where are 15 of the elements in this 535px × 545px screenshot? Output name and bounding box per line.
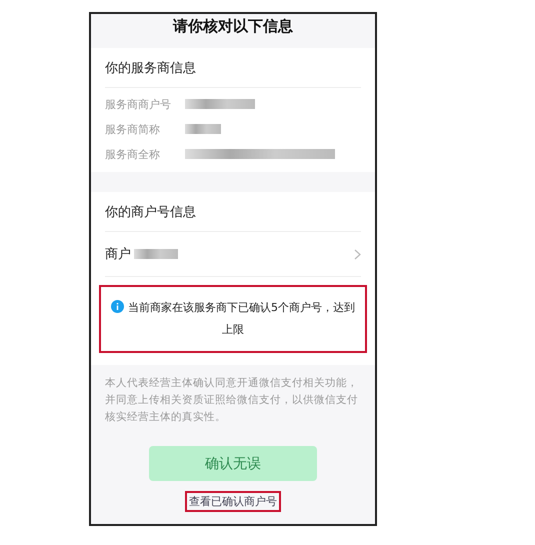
view-confirmed-link[interactable]: 查看已确认商户号 xyxy=(185,491,281,512)
notice-text: 当前商家在该服务商下已确认5个商户号，达到上限 xyxy=(128,301,355,336)
section-heading: 你的商户号信息 xyxy=(105,192,361,232)
redacted-value xyxy=(134,249,178,259)
field-label: 服务商商户号 xyxy=(105,96,172,112)
chevron-right-icon xyxy=(354,248,361,260)
redacted-value xyxy=(185,124,221,134)
merchant-row[interactable]: 商户 xyxy=(105,232,361,277)
page-title: 请你核对以下信息 xyxy=(172,16,294,37)
info-icon xyxy=(111,300,124,313)
consent-text: 本人代表经营主体确认同意开通微信支付相关功能，并同意上传相关资质证照给微信支付，以供微信支付核实经营主体的真实性。 xyxy=(105,376,359,425)
redacted-value xyxy=(185,99,255,109)
field-label: 服务商简称 xyxy=(105,122,161,136)
field-label: 服务商全称 xyxy=(105,146,161,162)
section-heading: 你的服务商信息 xyxy=(105,48,361,88)
